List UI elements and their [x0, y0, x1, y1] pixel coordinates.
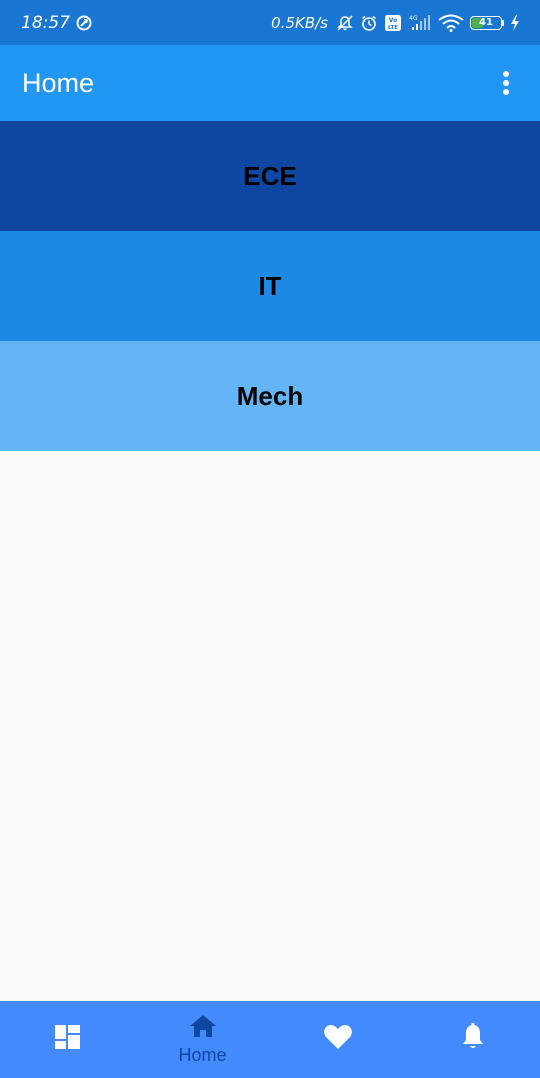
status-bar: 18:57 0.5KB/s Vo LTE 4G 41 [0, 0, 540, 45]
svg-text:4G: 4G [409, 15, 418, 22]
battery-level: 41 [479, 16, 493, 28]
svg-text:Vo: Vo [389, 17, 397, 24]
nav-item-notifications[interactable] [405, 1001, 540, 1078]
heart-icon [323, 1024, 353, 1055]
nav-item-favorites[interactable] [270, 1001, 405, 1078]
dashboard-icon [54, 1024, 82, 1055]
app-bar: Home [0, 45, 540, 121]
signal-icon: 4G [408, 14, 432, 32]
list-item-it[interactable]: IT [0, 231, 540, 341]
alarm-icon [360, 14, 378, 32]
list-item-ece[interactable]: ECE [0, 121, 540, 231]
status-time: 18:57 [21, 12, 70, 33]
charging-icon [510, 14, 520, 31]
nav-label-home: Home [178, 1044, 227, 1065]
list-item-label: ECE [243, 160, 297, 191]
status-bar-right: 0.5KB/s Vo LTE 4G 41 [271, 14, 520, 32]
list-item-mech[interactable]: Mech [0, 341, 540, 451]
department-list: ECE IT Mech [0, 121, 540, 451]
battery-icon: 41 [470, 15, 504, 30]
nav-item-home[interactable]: Home [135, 1001, 270, 1078]
bottom-nav: Home [0, 1001, 540, 1078]
list-item-label: IT [258, 270, 282, 301]
bell-icon [460, 1023, 486, 1056]
svg-text:LTE: LTE [388, 25, 398, 31]
page-title: Home [22, 67, 95, 98]
screen: 18:57 0.5KB/s Vo LTE 4G 41 Home ECE IT M… [0, 0, 540, 1078]
wifi-icon [438, 14, 464, 32]
list-item-label: Mech [236, 380, 304, 411]
status-bar-left: 18:57 [21, 13, 92, 33]
nav-item-dashboard[interactable] [0, 1001, 135, 1078]
more-vert-icon[interactable] [494, 63, 518, 103]
net-speed: 0.5KB/s [271, 13, 328, 32]
home-icon [189, 1014, 217, 1043]
sync-icon [76, 15, 92, 31]
volte-icon: Vo LTE [384, 14, 402, 32]
mute-icon [336, 14, 354, 32]
